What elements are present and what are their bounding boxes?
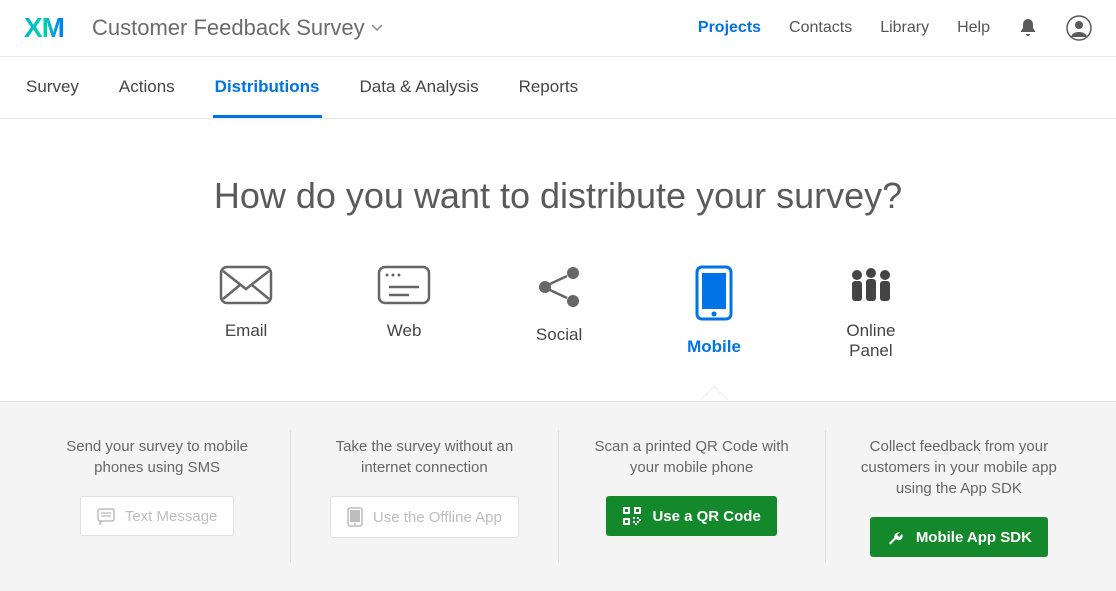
nav-contacts[interactable]: Contacts	[789, 19, 852, 37]
mobile-icon	[695, 265, 733, 321]
offline-app-button[interactable]: Use the Offline App	[330, 496, 519, 538]
text-message-button[interactable]: Text Message	[80, 496, 235, 536]
channel-web-label: Web	[387, 321, 422, 341]
channel-web[interactable]: Web	[377, 265, 431, 361]
tablet-icon	[347, 507, 363, 527]
option-sdk: Collect feedback from your customers in …	[826, 430, 1092, 563]
channel-social[interactable]: Social	[535, 265, 583, 361]
qr-code-button-label: Use a QR Code	[652, 508, 760, 525]
mobile-app-sdk-button[interactable]: Mobile App SDK	[870, 517, 1048, 557]
text-message-button-label: Text Message	[125, 508, 218, 525]
mobile-options: Send your survey to mobile phones using …	[0, 401, 1116, 591]
channel-mobile[interactable]: Mobile	[687, 265, 741, 361]
option-sms: Send your survey to mobile phones using …	[24, 430, 291, 563]
social-icon	[535, 265, 583, 309]
option-sdk-desc: Collect feedback from your customers in …	[846, 436, 1072, 499]
qr-code-icon	[622, 506, 642, 526]
online-panel-icon	[845, 265, 897, 305]
chevron-down-icon	[371, 24, 383, 32]
nav-library[interactable]: Library	[880, 19, 929, 37]
page-heading: How do you want to distribute your surve…	[0, 119, 1116, 265]
logo: XM	[24, 12, 64, 44]
tab-data-analysis[interactable]: Data & Analysis	[358, 57, 481, 118]
user-avatar-icon	[1066, 15, 1092, 41]
email-icon	[219, 265, 273, 305]
channel-online-panel[interactable]: OnlinePanel	[845, 265, 897, 361]
channel-email-label: Email	[225, 321, 268, 341]
tab-reports[interactable]: Reports	[517, 57, 581, 118]
project-title-text: Customer Feedback Survey	[92, 15, 365, 41]
nav-help[interactable]: Help	[957, 19, 990, 37]
top-nav: Projects Contacts Library Help	[698, 15, 1092, 41]
wrench-icon	[886, 527, 906, 547]
distribution-channels: Email Web Social Mobile OnlinePanel	[0, 265, 1116, 401]
tab-survey[interactable]: Survey	[24, 57, 81, 118]
notifications-button[interactable]	[1018, 17, 1038, 39]
option-qr-desc: Scan a printed QR Code with your mobile …	[579, 436, 805, 478]
web-icon	[377, 265, 431, 305]
channel-social-label: Social	[536, 325, 582, 345]
section-tabs: Survey Actions Distributions Data & Anal…	[0, 57, 1116, 119]
project-title-dropdown[interactable]: Customer Feedback Survey	[92, 15, 383, 41]
option-offline-desc: Take the survey without an internet conn…	[311, 436, 537, 478]
app-header: XM Customer Feedback Survey Projects Con…	[0, 0, 1116, 57]
bell-icon	[1018, 17, 1038, 39]
tab-distributions[interactable]: Distributions	[213, 57, 322, 118]
nav-projects[interactable]: Projects	[698, 19, 761, 37]
text-message-icon	[97, 507, 115, 525]
channel-mobile-label: Mobile	[687, 337, 741, 357]
channel-email[interactable]: Email	[219, 265, 273, 361]
option-qr: Scan a printed QR Code with your mobile …	[559, 430, 826, 563]
account-button[interactable]	[1066, 15, 1092, 41]
option-sms-desc: Send your survey to mobile phones using …	[44, 436, 270, 478]
offline-app-button-label: Use the Offline App	[373, 509, 502, 526]
qr-code-button[interactable]: Use a QR Code	[606, 496, 776, 536]
mobile-app-sdk-button-label: Mobile App SDK	[916, 529, 1032, 546]
channel-online-panel-label: OnlinePanel	[846, 321, 895, 361]
option-offline: Take the survey without an internet conn…	[291, 430, 558, 563]
tab-actions[interactable]: Actions	[117, 57, 177, 118]
